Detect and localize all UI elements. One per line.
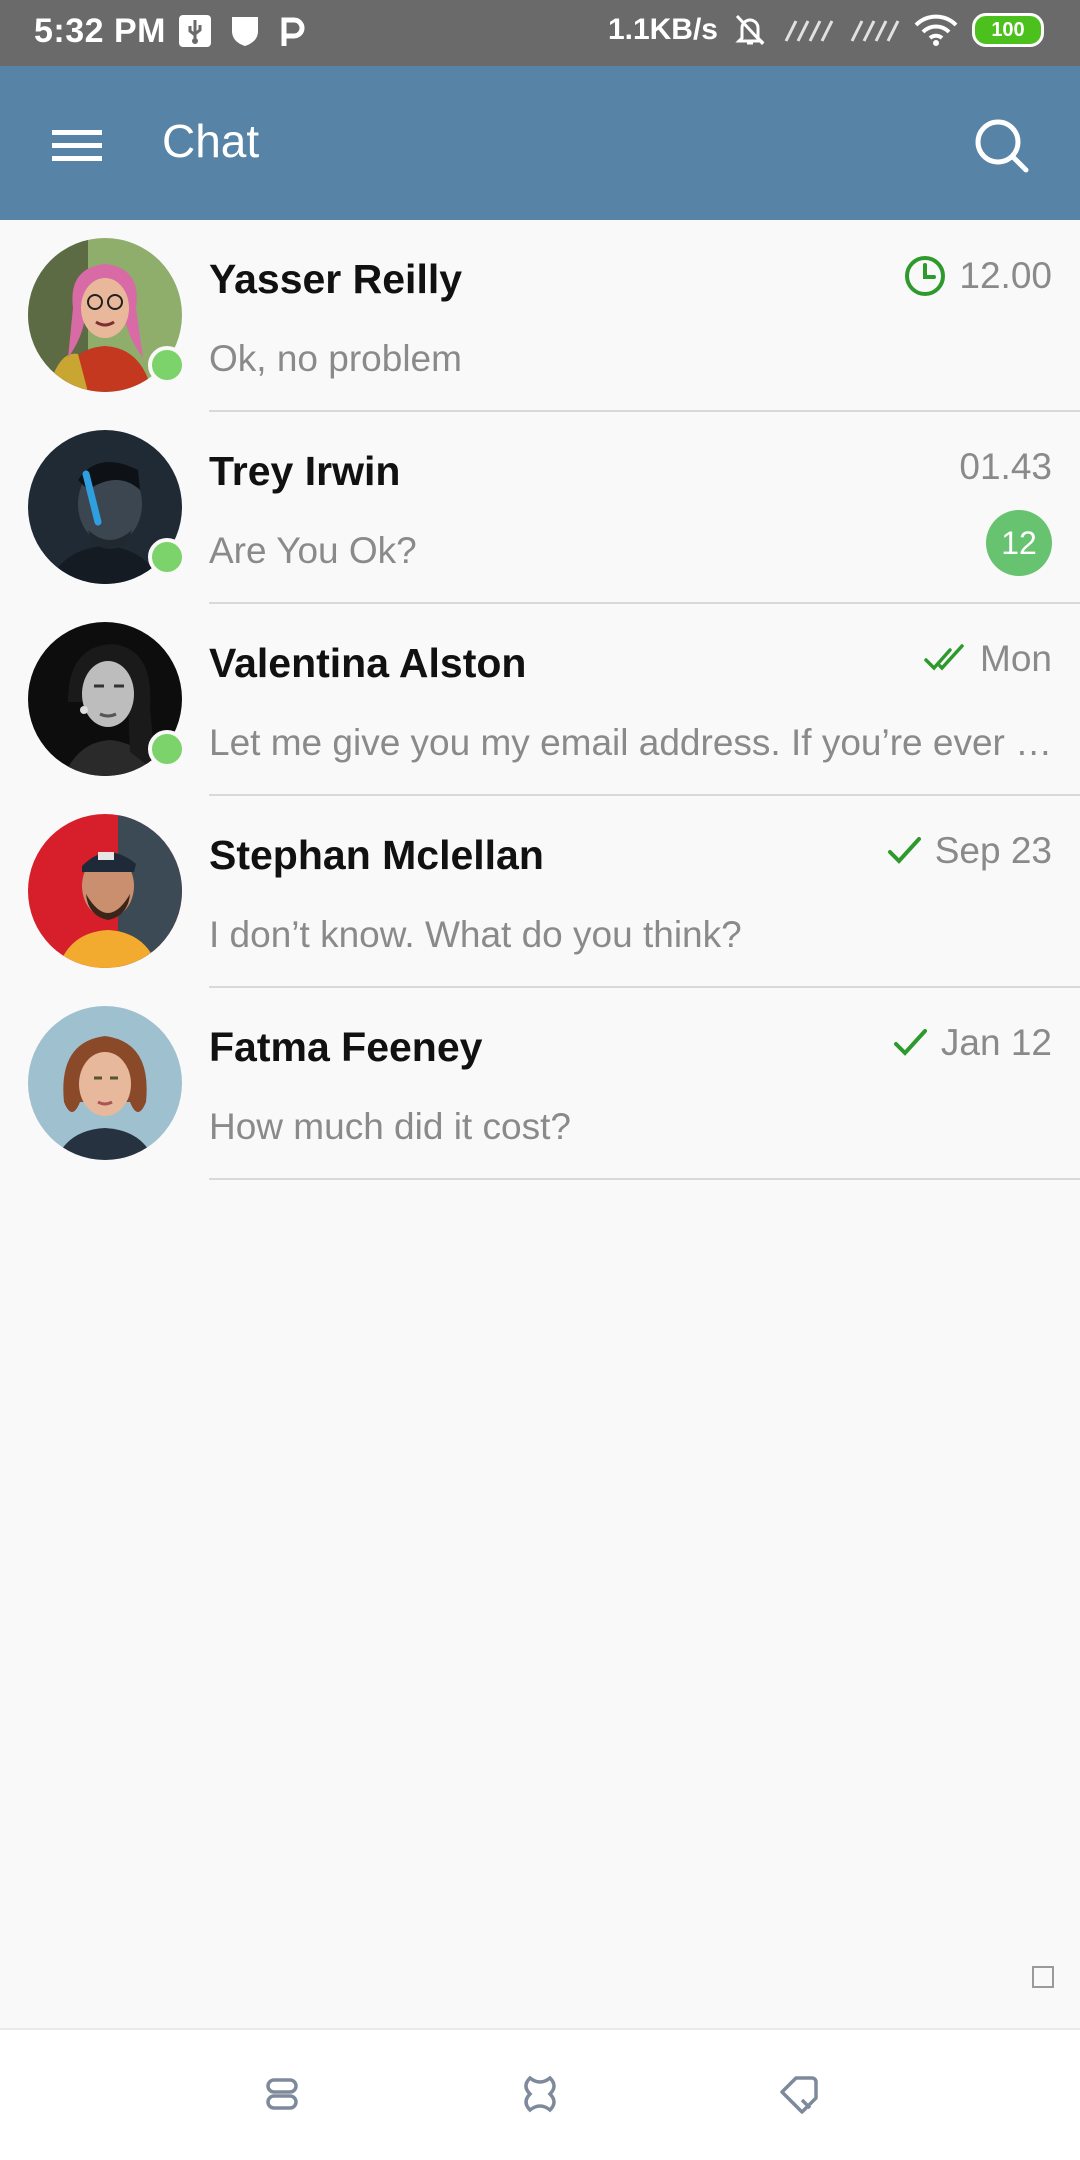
recents-icon xyxy=(266,2078,298,2110)
online-indicator xyxy=(148,538,186,576)
chat-time: Mon xyxy=(980,638,1052,679)
chat-meta: 01.43 xyxy=(959,446,1052,488)
chat-meta: Mon xyxy=(924,638,1052,680)
chat-meta: 12.00 xyxy=(903,254,1052,298)
chat-preview: I don’t know. What do you think? xyxy=(209,914,742,955)
chat-list-item[interactable]: Stephan Mclellan Sep 23 I don’t know. Wh… xyxy=(0,796,1080,988)
chat-meta: Jan 12 xyxy=(893,1022,1052,1064)
chat-name: Yasser Reilly xyxy=(209,256,463,302)
search-button[interactable] xyxy=(970,114,1034,178)
chat-preview: How much did it cost? xyxy=(209,1106,571,1147)
chat-name: Valentina Alston xyxy=(209,640,527,686)
chat-time: 12.00 xyxy=(959,255,1052,296)
divider xyxy=(209,1178,1080,1180)
back-button[interactable] xyxy=(776,2072,820,2116)
signal-icon xyxy=(850,20,900,42)
chat-list-item[interactable]: Valentina Alston Mon Let me give you my … xyxy=(0,604,1080,796)
status-left-icons xyxy=(178,14,306,48)
status-time: 5:32 PM xyxy=(34,12,166,50)
avatar xyxy=(28,814,182,968)
chat-list-item[interactable]: Trey Irwin 01.43 Are You Ok? 12 xyxy=(0,412,1080,604)
chat-preview: Let me give you my email address. If you… xyxy=(209,722,1054,763)
app-bar: Chat xyxy=(0,66,1080,220)
check-icon xyxy=(887,837,921,864)
chat-name: Trey Irwin xyxy=(209,448,401,494)
avatar xyxy=(28,1006,182,1160)
chat-time: 01.43 xyxy=(959,446,1052,487)
status-right: 1.1KB/s 100 xyxy=(608,12,1044,48)
search-icon xyxy=(975,119,1029,173)
menu-button[interactable] xyxy=(46,116,110,170)
home-icon xyxy=(524,2075,556,2113)
recents-button[interactable] xyxy=(260,2072,304,2116)
chat-name: Fatma Feeney xyxy=(209,1024,483,1070)
chat-meta: Sep 23 xyxy=(887,830,1052,872)
system-nav-bar xyxy=(0,2028,1080,2160)
status-bar: 5:32 PM 1.1KB/s 100 xyxy=(0,0,1080,66)
chat-preview: Are You Ok? xyxy=(209,530,417,571)
usb-icon xyxy=(179,15,211,47)
signal-icon xyxy=(784,20,834,42)
net-speed: 1.1KB/s xyxy=(607,13,718,46)
unread-badge: 12 xyxy=(986,510,1052,576)
chat-time: Jan 12 xyxy=(940,1022,1052,1063)
online-indicator xyxy=(148,730,186,768)
online-indicator xyxy=(148,346,186,384)
chat-name: Stephan Mclellan xyxy=(209,832,544,878)
square-icon xyxy=(1032,1966,1054,1988)
double-check-icon xyxy=(924,644,964,671)
shield-icon xyxy=(232,17,258,46)
chat-time: Sep 23 xyxy=(934,830,1052,871)
p-icon xyxy=(281,17,305,46)
chat-list: Yasser Reilly 12.00 Ok, no problem Trey … xyxy=(0,220,1080,1180)
page-title: Chat xyxy=(162,115,260,167)
check-icon xyxy=(893,1029,927,1056)
home-button[interactable] xyxy=(518,2072,562,2116)
hamburger-menu-icon xyxy=(52,130,102,161)
chat-preview: Ok, no problem xyxy=(209,338,462,379)
chat-list-item[interactable]: Fatma Feeney Jan 12 How much did it cost… xyxy=(0,988,1080,1180)
wifi-icon xyxy=(914,14,958,46)
battery-icon: 100 xyxy=(972,13,1044,47)
clock-icon xyxy=(905,256,946,296)
back-icon xyxy=(780,2076,818,2114)
chat-list-item[interactable]: Yasser Reilly 12.00 Ok, no problem xyxy=(0,220,1080,412)
mute-bell-icon xyxy=(735,14,765,46)
